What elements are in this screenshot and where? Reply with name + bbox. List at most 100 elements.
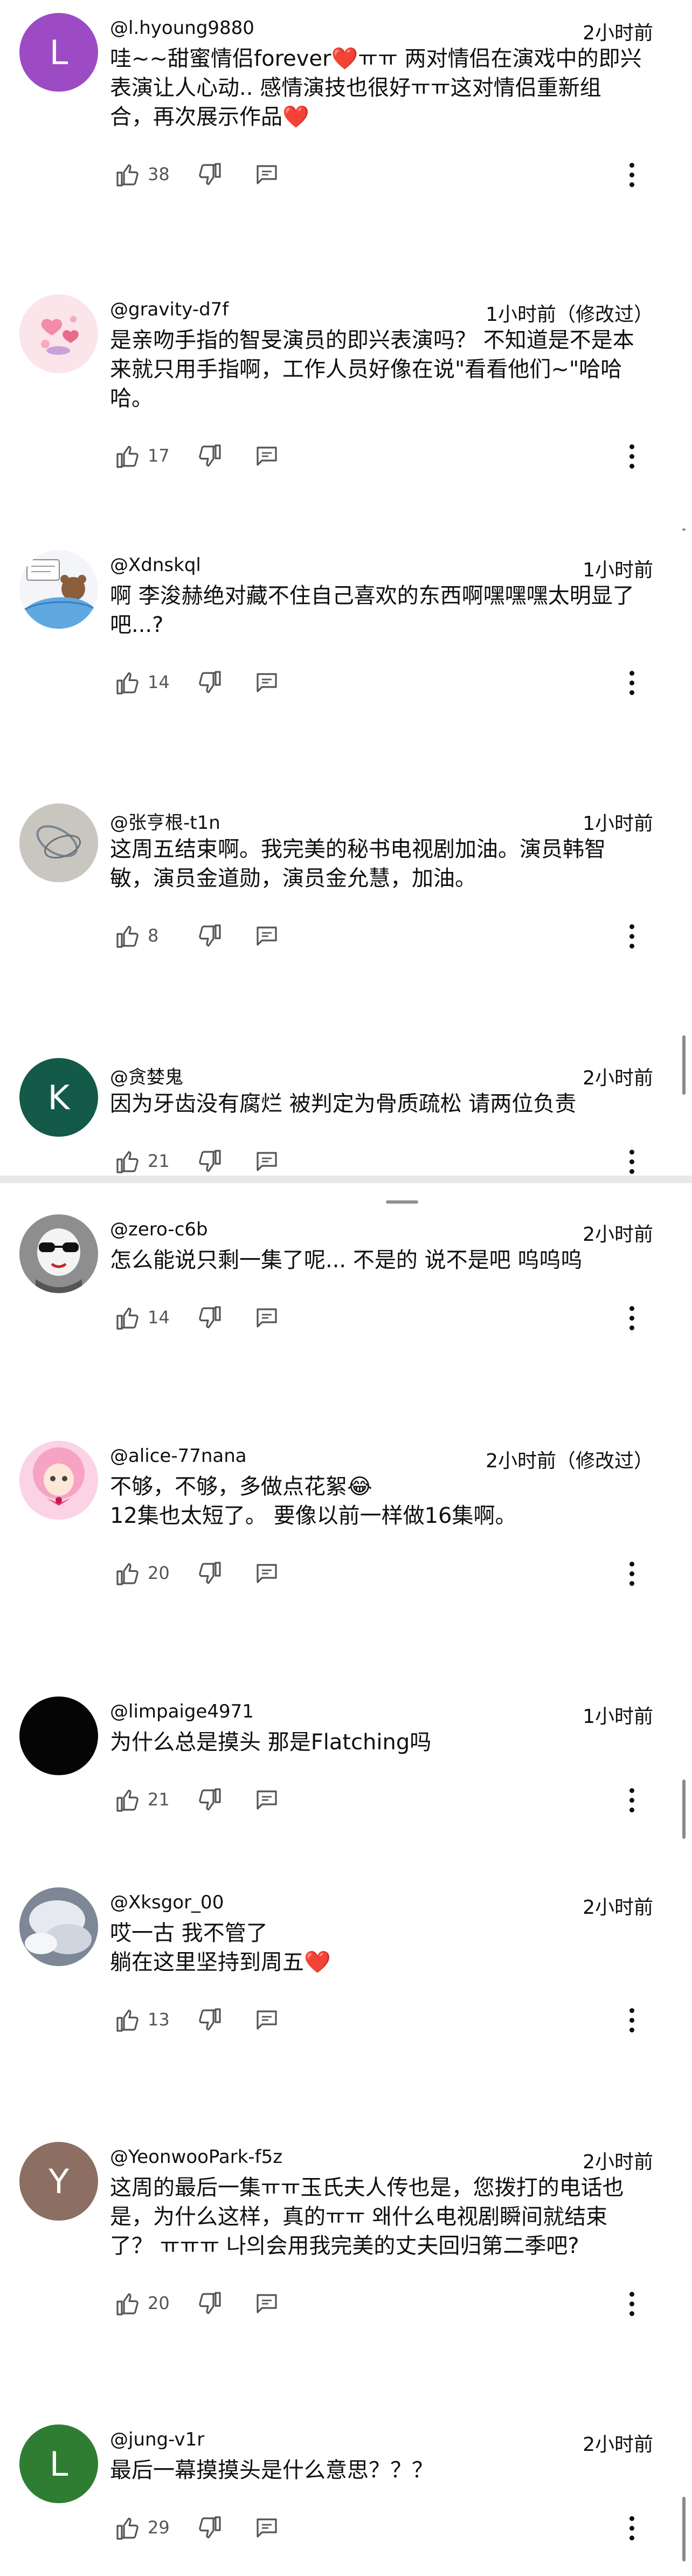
comment-actions: 17	[110, 441, 670, 471]
reply-icon[interactable]	[255, 164, 278, 186]
more-options-icon[interactable]	[617, 1303, 647, 1333]
comment-text: 为什么总是摸头 那是Flatching吗	[110, 1730, 432, 1755]
dislike-icon[interactable]	[196, 1788, 222, 1812]
comment-time: 2小时前	[583, 2151, 653, 2173]
dislike-icon[interactable]	[196, 2516, 222, 2540]
reply-icon[interactable]	[255, 1789, 278, 1811]
dislike-icon[interactable]	[196, 1562, 222, 1585]
comment-author[interactable]: @limpaige4971	[110, 1701, 254, 1722]
scrollbar-thumb[interactable]	[682, 2497, 686, 2561]
like-icon[interactable]	[115, 924, 141, 948]
comment-text: 这周五结束啊。我完美的秘书电视剧加油。演员韩智 敏，演员金道勋，演员金允慧，加油…	[110, 837, 606, 891]
reply-icon[interactable]	[255, 672, 278, 693]
avatar[interactable]	[19, 803, 98, 882]
like-icon[interactable]	[115, 1306, 141, 1330]
avatar-initial: L	[49, 2444, 68, 2484]
comment-time: 1小时前	[583, 559, 653, 581]
comment-text: 不够，不够，多做点花絮😂 12集也太短了。 要像以前一样做16集啊。	[110, 1474, 517, 1528]
drag-handle[interactable]	[386, 1200, 418, 1204]
snow-photo-avatar-icon	[19, 1887, 98, 1966]
comment-text: 最后一幕摸摸头是什么意思？？？	[110, 2458, 433, 2483]
like-icon[interactable]	[115, 2008, 141, 2032]
dislike-icon[interactable]	[196, 1150, 222, 1173]
comment-time: 2小时前	[583, 22, 653, 44]
dislike-icon[interactable]	[196, 1306, 222, 1330]
more-options-icon[interactable]	[617, 1146, 647, 1177]
avatar-initial: L	[49, 32, 68, 72]
comment-author[interactable]: @张亨根-t1n	[110, 808, 220, 834]
dislike-icon[interactable]	[196, 2008, 222, 2032]
more-options-icon[interactable]	[617, 160, 647, 190]
reply-icon[interactable]	[255, 2517, 278, 2539]
more-options-icon[interactable]	[617, 2005, 647, 2035]
more-options-icon[interactable]	[617, 1785, 647, 1815]
comment-actions: 20	[110, 2289, 670, 2319]
comment-time: 2小时前	[583, 1067, 653, 1089]
dislike-icon[interactable]	[196, 163, 222, 187]
avatar[interactable]: Y	[19, 2142, 98, 2221]
avatar[interactable]	[19, 550, 98, 629]
comment-actions: 21	[110, 1785, 670, 1815]
dislike-icon[interactable]	[196, 2292, 222, 2316]
like-icon[interactable]	[115, 2516, 141, 2540]
reply-icon[interactable]	[255, 1563, 278, 1584]
like-icon[interactable]	[115, 163, 141, 187]
scrollbar-thumb[interactable]	[682, 1780, 686, 1839]
like-count: 20	[148, 2293, 170, 2313]
like-count: 14	[148, 672, 170, 692]
avatar[interactable]: L	[19, 2424, 98, 2503]
comment-author[interactable]: @jung-v1r	[110, 2429, 204, 2450]
comment-author[interactable]: @贪婪鬼	[110, 1062, 183, 1089]
comment-text: 啊 李浚赫绝对藏不住自己喜欢的东西啊嘿嘿嘿太明显了 吧...?	[110, 583, 634, 637]
comment-author[interactable]: @zero-c6b	[110, 1219, 208, 1240]
avatar-initial: K	[47, 1077, 70, 1117]
dislike-icon[interactable]	[196, 671, 222, 695]
more-options-icon[interactable]	[617, 2513, 647, 2543]
avatar[interactable]	[19, 1696, 98, 1775]
comment-author[interactable]: @l.hyoung9880	[110, 17, 254, 39]
reply-icon[interactable]	[255, 445, 278, 467]
reply-icon[interactable]	[255, 2293, 278, 2314]
comment-time: 1小时前	[583, 813, 653, 835]
like-icon[interactable]	[115, 1788, 141, 1812]
like-icon[interactable]	[115, 1562, 141, 1585]
like-icon[interactable]	[115, 2292, 141, 2316]
reply-icon[interactable]	[255, 2009, 278, 2031]
heart-illustration-icon	[19, 294, 98, 373]
scrollbar-thumb[interactable]	[682, 1035, 686, 1095]
comment-text: 哇~~甜蜜情侣forever❤️ㅠㅠ 两对情侣在演戏中的即兴 表演让人心动.. …	[110, 46, 642, 129]
reply-icon[interactable]	[255, 1151, 278, 1172]
comment-actions: 29	[110, 2513, 670, 2543]
comment-author[interactable]: @gravity-d7f	[110, 299, 229, 320]
scrollbar-thumb[interactable]	[682, 528, 686, 531]
avatar[interactable]	[19, 1887, 98, 1966]
comment-text: 怎么能说只剩一集了呢... 不是的 说不是吧 呜呜呜	[110, 1248, 583, 1273]
photo-avatar-icon	[19, 803, 98, 882]
more-options-icon[interactable]	[617, 2289, 647, 2319]
avatar[interactable]	[19, 1214, 98, 1293]
comment-actions: 8	[110, 921, 670, 951]
like-icon[interactable]	[115, 444, 141, 468]
comment-author[interactable]: @Xksgor_00	[110, 1892, 224, 1913]
avatar[interactable]	[19, 294, 98, 373]
reply-icon[interactable]	[255, 925, 278, 947]
comment-text: 这周的最后一集ㅠㅠ玉氏夫人传也是，您拨打的电话也 是，为什么这样，真的ㅠㅠ 왜什…	[110, 2175, 624, 2258]
dislike-icon[interactable]	[196, 924, 222, 948]
avatar[interactable]: K	[19, 1058, 98, 1137]
more-options-icon[interactable]	[617, 441, 647, 471]
more-options-icon[interactable]	[617, 668, 647, 698]
like-count: 8	[148, 925, 159, 946]
more-options-icon[interactable]	[617, 921, 647, 951]
comment-time: 2小时前	[583, 2434, 653, 2456]
like-icon[interactable]	[115, 671, 141, 695]
avatar[interactable]	[19, 1441, 98, 1520]
reply-icon[interactable]	[255, 1307, 278, 1329]
comment-author[interactable]: @Xdnskql	[110, 554, 201, 576]
more-options-icon[interactable]	[617, 1558, 647, 1589]
comment-actions: 14	[110, 1303, 670, 1333]
comment-author[interactable]: @YeonwooPark-f5z	[110, 2146, 282, 2168]
avatar[interactable]: L	[19, 13, 98, 92]
like-icon[interactable]	[115, 1150, 141, 1173]
dislike-icon[interactable]	[196, 444, 222, 468]
comment-author[interactable]: @alice-77nana	[110, 1445, 247, 1467]
